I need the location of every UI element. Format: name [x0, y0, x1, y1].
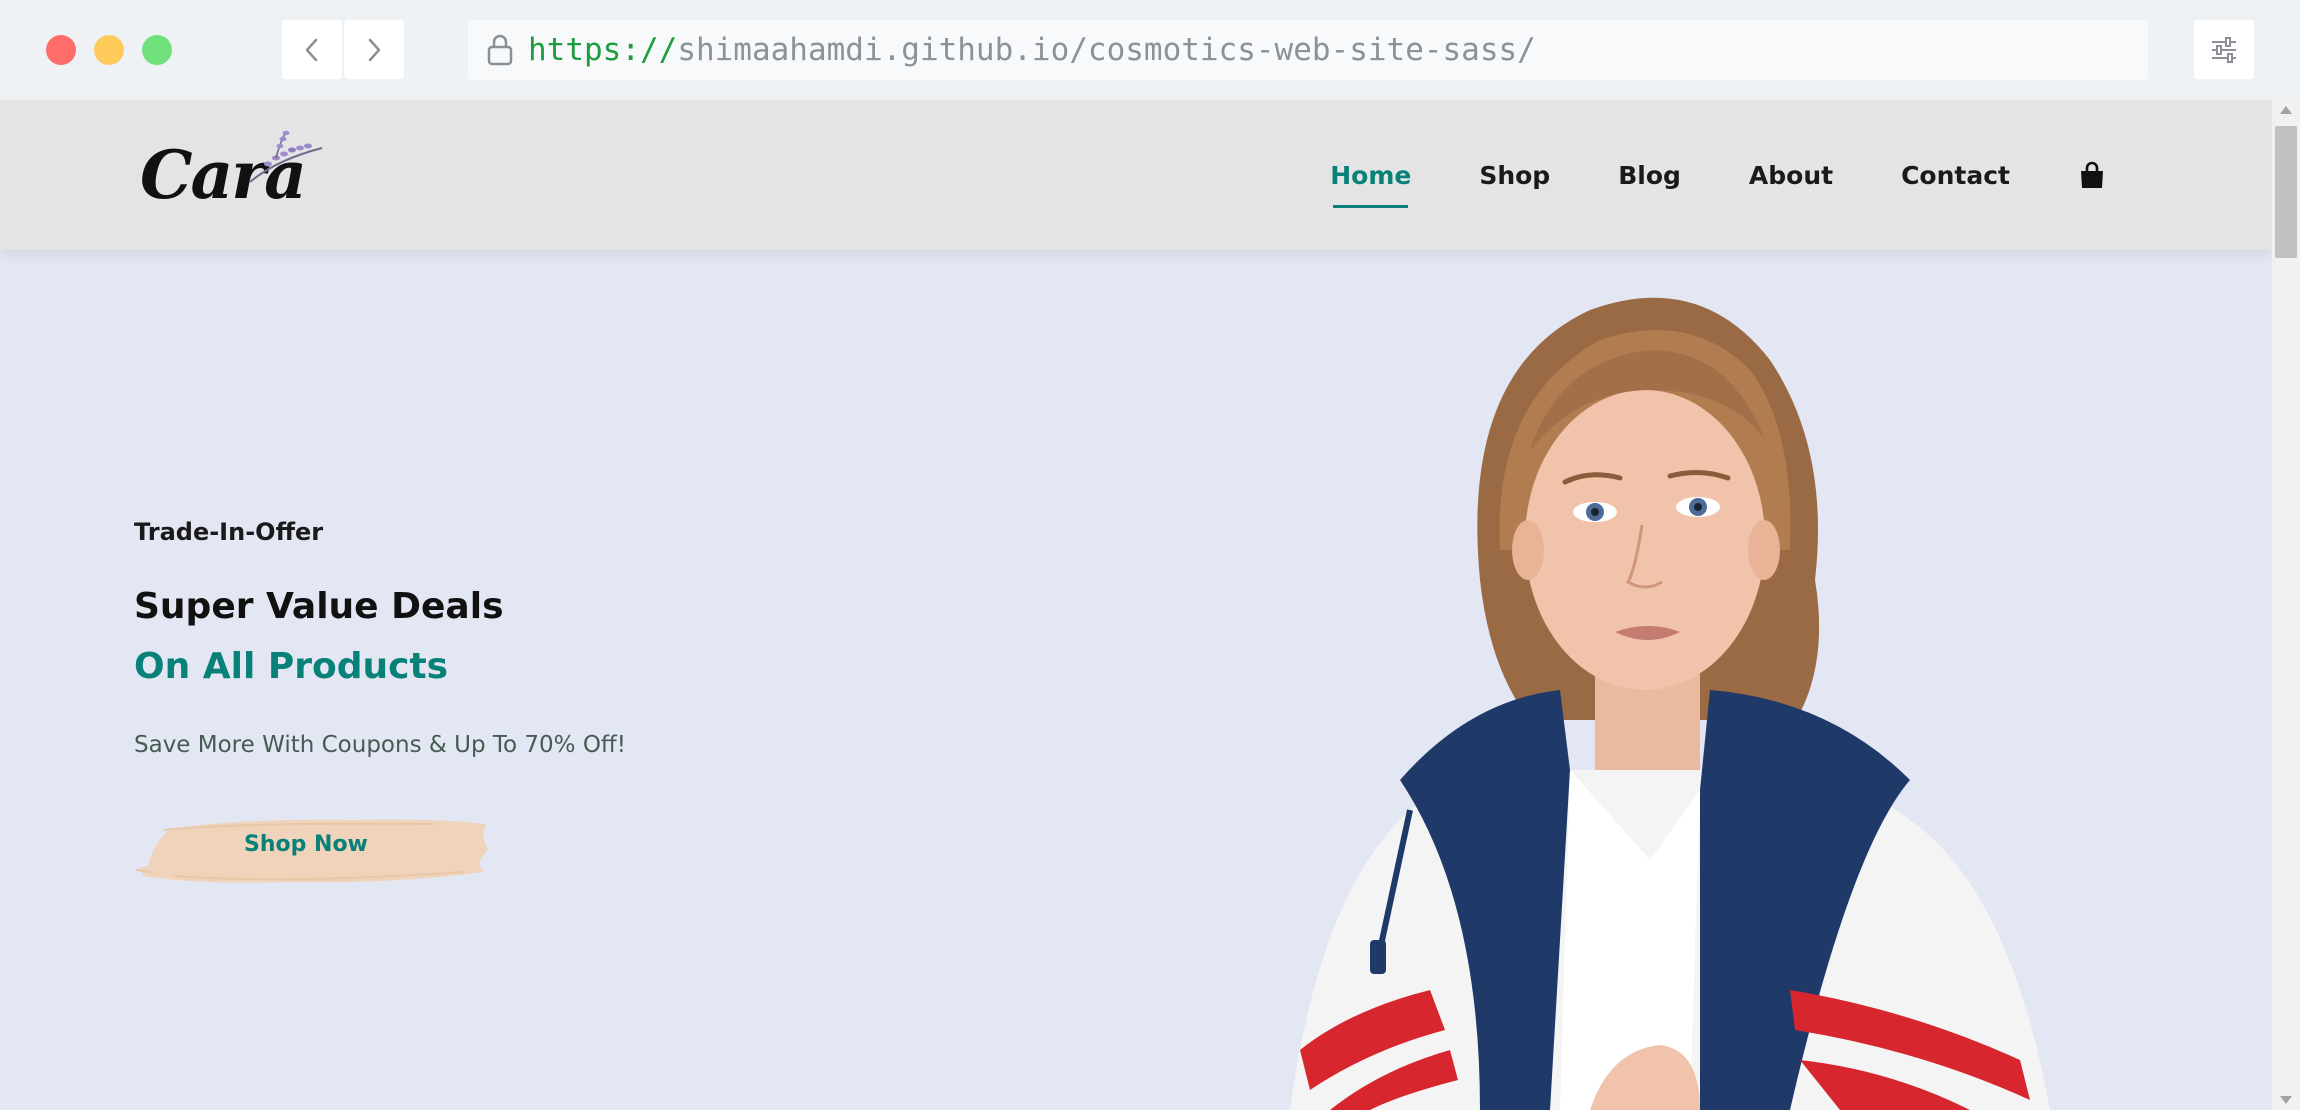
hero-subheadline: On All Products: [134, 646, 449, 687]
hero-tagline: Trade-In-Offer: [134, 518, 324, 546]
hero-section: Trade-In-Offer Super Value Deals On All …: [0, 250, 2272, 1110]
nav-item-shop[interactable]: Shop: [1479, 161, 1550, 190]
chevron-left-icon: [305, 38, 318, 61]
settings-button[interactable]: [2194, 20, 2254, 79]
cart-icon: [2081, 161, 2103, 188]
main-nav: Home Shop Blog About Contact: [1262, 100, 2106, 250]
maximize-window-button[interactable]: [142, 35, 172, 65]
nav-link-about[interactable]: About: [1749, 161, 1833, 190]
lock-icon: [480, 30, 520, 70]
hero-model-image: [1290, 297, 2050, 1110]
back-button[interactable]: [282, 20, 342, 79]
settings-sliders-icon: [2212, 36, 2236, 63]
minimize-window-button[interactable]: [94, 35, 124, 65]
nav-item-home[interactable]: Home: [1330, 161, 1411, 208]
close-window-button[interactable]: [46, 35, 76, 65]
shop-now-label: Shop Now: [244, 832, 368, 857]
scroll-up-arrow-icon[interactable]: [2280, 106, 2292, 114]
nav-item-about[interactable]: About: [1749, 161, 1833, 190]
nav-link-home[interactable]: Home: [1330, 161, 1411, 190]
chevron-right-icon: [368, 38, 381, 61]
logo[interactable]: Cara: [136, 124, 323, 224]
lavender-sprig-icon: [249, 130, 323, 183]
site-header: Cara Home Shop Blog About Contact: [0, 100, 2272, 250]
scroll-down-arrow-icon[interactable]: [2280, 1096, 2292, 1104]
page-viewport: Cara Home Shop Blog About Contact Trade-…: [0, 100, 2272, 1110]
url-text: https://shimaahamdi.github.io/cosmotics-…: [528, 32, 1536, 68]
address-bar[interactable]: https://shimaahamdi.github.io/cosmotics-…: [468, 20, 2148, 80]
nav-link-contact[interactable]: Contact: [1901, 161, 2010, 190]
nav-link-shop[interactable]: Shop: [1479, 161, 1550, 190]
nav-item-contact[interactable]: Contact: [1901, 161, 2010, 190]
scrollbar-thumb[interactable]: [2275, 126, 2297, 258]
nav-item-blog[interactable]: Blog: [1618, 161, 1681, 190]
nav-item-cart[interactable]: [2078, 161, 2106, 189]
shop-now-button[interactable]: Shop Now: [134, 806, 490, 890]
nav-link-blog[interactable]: Blog: [1618, 161, 1681, 190]
forward-button[interactable]: [344, 20, 404, 79]
vertical-scrollbar[interactable]: [2272, 100, 2300, 1110]
browser-chrome: https://shimaahamdi.github.io/cosmotics-…: [0, 0, 2300, 100]
hero-description: Save More With Coupons & Up To 70% Off!: [134, 732, 626, 758]
hero-headline: Super Value Deals: [134, 586, 504, 627]
